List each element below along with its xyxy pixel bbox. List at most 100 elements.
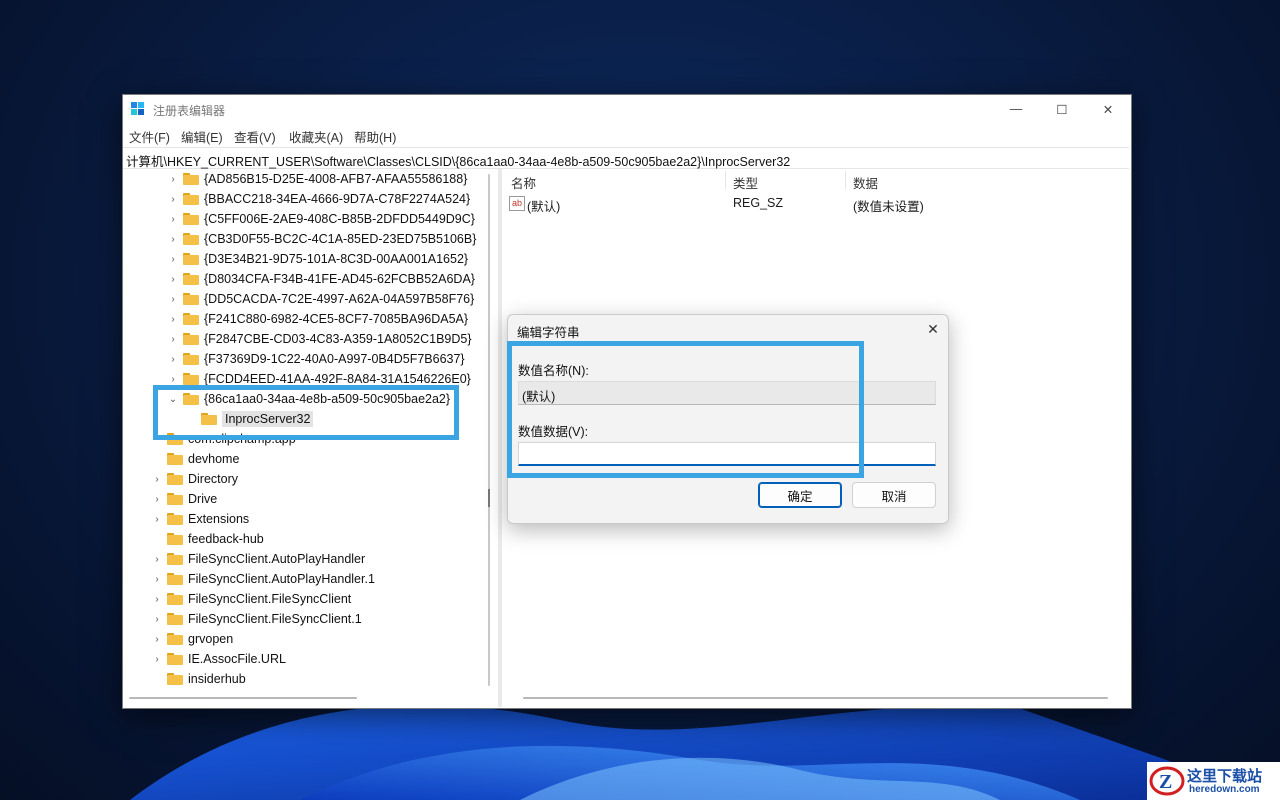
tree-item-class[interactable]: insiderhub bbox=[151, 669, 246, 688]
tree-item-label: FileSyncClient.FileSyncClient bbox=[188, 592, 352, 606]
chevron-right-icon[interactable]: › bbox=[151, 494, 163, 505]
chevron-right-icon[interactable]: › bbox=[167, 354, 179, 365]
tree-item-label: {FCDD4EED-41AA-492F-8A84-31A1546226E0} bbox=[204, 372, 471, 386]
dialog-title: 编辑字符串 bbox=[517, 326, 580, 340]
tree-item-clsid[interactable]: › {C5FF006E-2AE9-408C-B85B-2DFDD5449D9C} bbox=[167, 209, 475, 229]
tree-item-clsid[interactable]: › {D8034CFA-F34B-41FE-AD45-62FCBB52A6DA} bbox=[167, 269, 475, 289]
tree-vertical-scrollbar[interactable] bbox=[483, 169, 497, 705]
tree-item-label: {BBACC218-34EA-4666-9D7A-C78F2274A524} bbox=[204, 192, 471, 206]
chevron-right-icon[interactable]: › bbox=[167, 214, 179, 225]
chevron-right-icon[interactable]: › bbox=[151, 594, 163, 605]
chevron-right-icon[interactable]: › bbox=[151, 634, 163, 645]
chevron-right-icon[interactable]: › bbox=[167, 294, 179, 305]
dialog-highlight-box bbox=[507, 341, 864, 478]
chevron-right-icon[interactable]: › bbox=[151, 614, 163, 625]
menu-view[interactable]: 查看(V) bbox=[234, 127, 276, 146]
folder-icon bbox=[167, 493, 183, 505]
address-path[interactable]: 计算机\HKEY_CURRENT_USER\Software\Classes\C… bbox=[126, 151, 790, 170]
chevron-right-icon[interactable]: › bbox=[167, 254, 179, 265]
tree-item-class[interactable]: › FileSyncClient.AutoPlayHandler.1 bbox=[151, 569, 375, 589]
tree-item-clsid[interactable]: › {F2847CBE-CD03-4C83-A359-1A8052C1B9D5} bbox=[167, 329, 471, 349]
menu-bar: 文件(F) 编辑(E) 查看(V) 收藏夹(A) 帮助(H) bbox=[123, 125, 1131, 145]
tree-item-label: {D8034CFA-F34B-41FE-AD45-62FCBB52A6DA} bbox=[204, 272, 475, 286]
folder-icon bbox=[183, 193, 199, 205]
tree-hscroll-thumb[interactable] bbox=[129, 697, 357, 699]
tree-item-clsid[interactable]: › {BBACC218-34EA-4666-9D7A-C78F2274A524} bbox=[167, 189, 470, 209]
watermark-logo-icon: Z bbox=[1149, 766, 1185, 796]
values-hscroll-thumb[interactable] bbox=[523, 697, 1108, 699]
folder-icon bbox=[167, 453, 183, 465]
pane-splitter[interactable] bbox=[488, 169, 502, 707]
dialog-close-button[interactable]: ✕ bbox=[918, 315, 948, 343]
tree-item-clsid[interactable]: › {D3E34B21-9D75-101A-8C3D-00AA001A1652} bbox=[167, 249, 468, 269]
tree-item-class[interactable]: › Drive bbox=[151, 489, 217, 509]
menu-file[interactable]: 文件(F) bbox=[129, 127, 170, 146]
folder-icon bbox=[183, 253, 199, 265]
menu-edit[interactable]: 编辑(E) bbox=[181, 127, 223, 146]
chevron-right-icon[interactable]: › bbox=[167, 334, 179, 345]
cancel-button[interactable]: 取消 bbox=[852, 482, 936, 508]
tree-item-label: {AD856B15-D25E-4008-AFB7-AFAA55586188} bbox=[204, 172, 468, 186]
tree-item-class[interactable]: › IE.AssocFile.URL bbox=[151, 649, 286, 669]
chevron-right-icon[interactable]: › bbox=[167, 374, 179, 385]
tree-item-class[interactable]: › grvopen bbox=[151, 629, 233, 649]
tree-item-label: feedback-hub bbox=[188, 532, 264, 546]
tree-item-label: devhome bbox=[188, 452, 240, 466]
folder-icon bbox=[167, 473, 183, 485]
maximize-button[interactable]: ☐ bbox=[1039, 95, 1085, 123]
tree-item-class[interactable]: › FileSyncClient.AutoPlayHandler bbox=[151, 549, 365, 569]
folder-icon bbox=[167, 653, 183, 665]
folder-icon bbox=[167, 633, 183, 645]
chevron-right-icon[interactable]: › bbox=[167, 234, 179, 245]
chevron-right-icon[interactable]: › bbox=[167, 314, 179, 325]
address-bar[interactable]: 计算机\HKEY_CURRENT_USER\Software\Classes\C… bbox=[123, 147, 1129, 169]
tree-item-label: FileSyncClient.FileSyncClient.1 bbox=[188, 612, 362, 626]
folder-icon bbox=[167, 593, 183, 605]
tree-item-label: {F37369D9-1C22-40A0-A997-0B4D5F7B6637} bbox=[204, 352, 465, 366]
tree-item-class[interactable]: › Directory bbox=[151, 469, 238, 489]
chevron-right-icon[interactable]: › bbox=[151, 514, 163, 525]
site-watermark: Z 这里下载站 heredown.com bbox=[1147, 762, 1280, 800]
close-button[interactable]: ✕ bbox=[1085, 95, 1131, 123]
value-row[interactable]: ab (默认) REG_SZ (数值未设置) bbox=[509, 195, 1109, 214]
minimize-button[interactable]: — bbox=[993, 95, 1039, 123]
tree-item-class[interactable]: › FileSyncClient.FileSyncClient bbox=[151, 589, 351, 609]
tree-scroll-thumb[interactable] bbox=[488, 174, 490, 686]
close-icon: ✕ bbox=[927, 320, 939, 337]
column-name-header[interactable]: 名称 bbox=[511, 173, 536, 192]
string-value-icon: ab bbox=[509, 196, 525, 211]
column-type-header[interactable]: 类型 bbox=[733, 173, 758, 192]
tree-item-class[interactable]: feedback-hub bbox=[151, 529, 264, 549]
chevron-right-icon[interactable]: › bbox=[151, 554, 163, 565]
tree-item-clsid[interactable]: › {F241C880-6982-4CE5-8CF7-7085BA96DA5A} bbox=[167, 309, 468, 329]
tree-highlight-box bbox=[153, 385, 459, 440]
folder-icon bbox=[167, 533, 183, 545]
menu-favorites[interactable]: 收藏夹(A) bbox=[289, 127, 343, 146]
column-data-header[interactable]: 数据 bbox=[853, 173, 878, 192]
tree-item-label: grvopen bbox=[188, 632, 234, 646]
maximize-icon: ☐ bbox=[1056, 102, 1068, 117]
tree-item-class[interactable]: devhome bbox=[151, 449, 239, 469]
chevron-right-icon[interactable]: › bbox=[151, 474, 163, 485]
chevron-right-icon[interactable]: › bbox=[167, 194, 179, 205]
tree-item-clsid[interactable]: › {CB3D0F55-BC2C-4C1A-85ED-23ED75B5106B} bbox=[167, 229, 476, 249]
folder-icon bbox=[183, 293, 199, 305]
title-bar[interactable]: 注册表编辑器 — ☐ ✕ bbox=[123, 95, 1131, 123]
tree-horizontal-scrollbar[interactable] bbox=[123, 689, 483, 707]
chevron-right-icon[interactable]: › bbox=[167, 274, 179, 285]
folder-icon bbox=[167, 673, 183, 685]
folder-icon bbox=[167, 553, 183, 565]
chevron-right-icon[interactable]: › bbox=[151, 654, 163, 665]
tree-item-class[interactable]: › Extensions bbox=[151, 509, 249, 529]
tree-item-clsid[interactable]: › {AD856B15-D25E-4008-AFB7-AFAA55586188} bbox=[167, 169, 467, 189]
tree-item-class[interactable]: › FileSyncClient.FileSyncClient.1 bbox=[151, 609, 362, 629]
tree-item-label: IE.AssocFile.URL bbox=[188, 652, 286, 666]
menu-help[interactable]: 帮助(H) bbox=[354, 127, 396, 146]
tree-item-clsid[interactable]: › {F37369D9-1C22-40A0-A997-0B4D5F7B6637} bbox=[167, 349, 465, 369]
tree-item-clsid[interactable]: › {DD5CACDA-7C2E-4997-A62A-04A597B58F76} bbox=[167, 289, 474, 309]
ok-button[interactable]: 确定 bbox=[758, 482, 842, 508]
chevron-right-icon[interactable]: › bbox=[167, 174, 179, 185]
folder-icon bbox=[167, 573, 183, 585]
chevron-right-icon[interactable]: › bbox=[151, 574, 163, 585]
tree-item-label: Directory bbox=[188, 472, 239, 486]
